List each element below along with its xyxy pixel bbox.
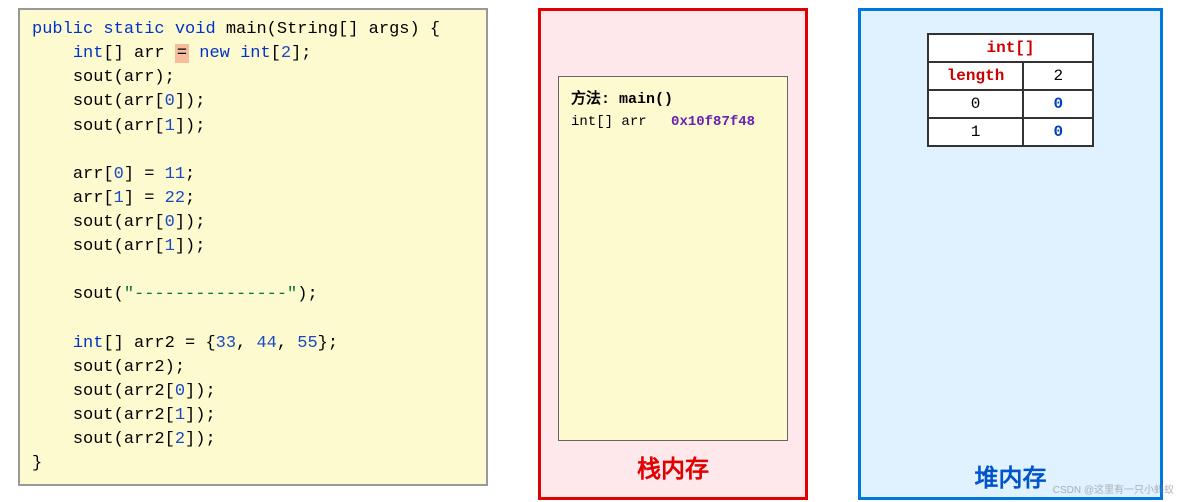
code-line: int[] arr2 = {33, 44, 55}; xyxy=(32,332,474,356)
code-line: sout("---------------"); xyxy=(32,283,474,307)
method-label: 方法: xyxy=(571,91,610,108)
stack-memory-panel: 方法: main() int[] arr 0x10f87f48 栈内存 xyxy=(538,8,808,500)
heap-length-label: length xyxy=(928,62,1024,90)
code-line: sout(arr[0]); xyxy=(32,211,474,235)
var-name: arr xyxy=(621,114,646,130)
code-line: sout(arr[1]); xyxy=(32,235,474,259)
code-line xyxy=(32,139,474,163)
heap-value: 0 xyxy=(1023,118,1093,146)
code-line: sout(arr2[1]); xyxy=(32,404,474,428)
heap-index: 0 xyxy=(928,90,1024,118)
code-line: sout(arr2[2]); xyxy=(32,428,474,452)
code-line: public static void main(String[] args) { xyxy=(32,18,474,42)
code-line: sout(arr[0]); xyxy=(32,90,474,114)
heap-row: 00 xyxy=(928,90,1094,118)
code-line: } xyxy=(32,452,474,476)
stack-title: 栈内存 xyxy=(637,449,709,484)
heap-length-value: 2 xyxy=(1023,62,1093,90)
heap-title: 堆内存 xyxy=(975,458,1047,493)
code-line: sout(arr[1]); xyxy=(32,115,474,139)
code-line: sout(arr2[0]); xyxy=(32,380,474,404)
code-line: sout(arr); xyxy=(32,66,474,90)
code-line: sout(arr2); xyxy=(32,356,474,380)
code-line: arr[1] = 22; xyxy=(32,187,474,211)
heap-memory-panel: int[] length 2 0010 堆内存 xyxy=(858,8,1163,500)
code-line xyxy=(32,308,474,332)
method-name: main() xyxy=(619,91,673,108)
code-line: arr[0] = 11; xyxy=(32,163,474,187)
var-type: int[] xyxy=(571,114,613,130)
var-address: 0x10f87f48 xyxy=(671,114,755,130)
code-line xyxy=(32,259,474,283)
heap-object-table: int[] length 2 0010 xyxy=(927,33,1095,147)
code-line: int[] arr = new int[2]; xyxy=(32,42,474,66)
stack-frame-box: 方法: main() int[] arr 0x10f87f48 xyxy=(558,76,788,441)
heap-value: 0 xyxy=(1023,90,1093,118)
code-panel: public static void main(String[] args) {… xyxy=(18,8,488,486)
heap-type-header: int[] xyxy=(928,34,1094,62)
watermark: CSDN @这里有一只小蚂蚁 xyxy=(1053,481,1174,496)
stack-method-line: 方法: main() xyxy=(571,87,775,108)
heap-index: 1 xyxy=(928,118,1024,146)
stack-variable-line: int[] arr 0x10f87f48 xyxy=(571,114,775,130)
heap-row: 10 xyxy=(928,118,1094,146)
